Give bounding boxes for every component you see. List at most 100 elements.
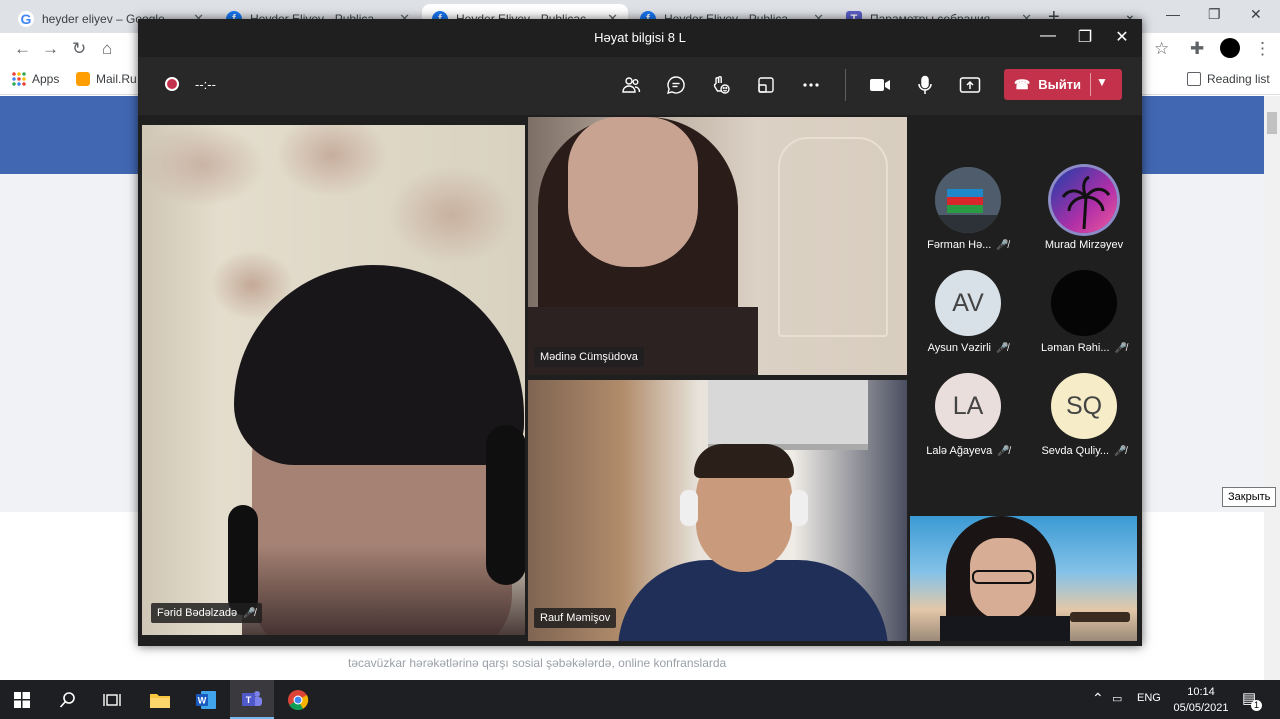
back-icon[interactable]: ← (14, 39, 31, 59)
video-tile[interactable]: Mədinə Cümşüdova (528, 117, 907, 375)
chat-button[interactable] (661, 71, 691, 99)
background-panel (778, 137, 888, 337)
windows-taskbar: W T ⌃ ▭ ENG 10:14 05/05/2021 ▤ 1 (0, 680, 1280, 719)
participant-name: Murad Mirzəyev (1044, 239, 1124, 251)
maximize-icon[interactable]: ❐ (1073, 27, 1097, 47)
teams-meeting-window: Həyat bilgisi 8 L — ❐ ✕ --:-- ☎ Выйти ▼ … (138, 19, 1142, 646)
breakout-rooms-button[interactable] (751, 71, 781, 99)
avatar (1051, 270, 1117, 336)
scrollbar-thumb[interactable] (1267, 112, 1277, 134)
search-icon (59, 691, 75, 708)
teams-title-bar: Həyat bilgisi 8 L — ❐ ✕ (138, 19, 1142, 57)
share-screen-button[interactable] (955, 71, 985, 99)
menu-dots-icon[interactable]: ⋮ (1254, 39, 1271, 59)
reading-list-icon (1187, 72, 1201, 86)
teams-icon: T (242, 690, 262, 706)
participant-video-body (940, 616, 1070, 641)
microphone-button[interactable] (910, 71, 940, 99)
extensions-icon[interactable]: ✚ (1190, 39, 1204, 59)
participant-item[interactable]: SQ Sevda Quliy... 🎤̸ (1026, 361, 1142, 465)
participant-item[interactable]: LA Lalə Ağayeva 🎤̸ (910, 361, 1026, 465)
more-actions-button[interactable] (796, 71, 826, 99)
recording-icon (165, 77, 179, 91)
show-hidden-icons-icon[interactable]: ⌃ (1092, 690, 1104, 707)
reactions-button[interactable] (706, 71, 736, 99)
rooms-icon (758, 77, 774, 93)
close-icon[interactable]: ✕ (1110, 27, 1134, 47)
battery-icon[interactable]: ▭ (1112, 692, 1122, 705)
participant-name: Lalə Ağayeva (926, 445, 993, 457)
bookmark-apps[interactable]: Apps (12, 72, 59, 86)
folder-icon (150, 693, 170, 708)
close-window-icon[interactable]: ✕ (1250, 6, 1262, 23)
page-scrollbar[interactable] (1264, 96, 1280, 680)
mic-off-icon: 🎤̸ (1114, 342, 1127, 354)
people-icon (622, 77, 641, 93)
svg-text:T: T (246, 695, 252, 705)
participant-item[interactable]: AV Aysun Vəzirli 🎤̸ (910, 258, 1026, 362)
mailru-icon (76, 72, 90, 86)
participant-item[interactable]: Murad Mirzəyev (1026, 155, 1142, 259)
mic-off-icon: 🎤̸ (997, 445, 1010, 457)
headset-graphic (228, 505, 258, 615)
chrome-button[interactable] (276, 680, 320, 719)
participant-video-face (568, 117, 698, 267)
bookmark-star-icon[interactable]: ☆ (1154, 39, 1169, 59)
forward-icon[interactable]: → (42, 39, 59, 59)
system-clock[interactable]: 10:14 05/05/2021 (1166, 684, 1236, 716)
task-view-button[interactable] (90, 680, 134, 719)
background-camels (1070, 612, 1130, 622)
participant-item[interactable]: Ləman Rəhi... 🎤̸ (1026, 258, 1142, 362)
svg-text:W: W (198, 695, 207, 705)
participant-name: Fərid Bədəlzadə (157, 607, 238, 619)
participant-name: Aysun Vəzirli (927, 342, 991, 354)
camera-button[interactable] (865, 71, 895, 99)
word-button[interactable]: W (184, 680, 228, 719)
participant-roster: Fərman Hə... 🎤̸ Murad Mirzəyev AV Aysun … (910, 115, 1142, 515)
self-view-video[interactable] (910, 516, 1137, 641)
notification-count-badge: 1 (1251, 700, 1262, 711)
clock-date: 05/05/2021 (1173, 702, 1229, 714)
participant-name: Fərman Hə... (927, 239, 992, 251)
start-button[interactable] (0, 680, 44, 719)
apps-grid-icon (12, 72, 26, 86)
leave-button[interactable]: ☎ Выйти ▼ (1004, 69, 1122, 100)
background-door (708, 380, 868, 450)
leave-label: Выйти (1038, 77, 1082, 92)
chrome-icon (288, 689, 309, 710)
participant-video-body (618, 560, 888, 641)
avatar (1051, 167, 1117, 233)
minimize-icon[interactable]: — (1036, 27, 1060, 45)
bookmark-mailru[interactable]: Mail.Ru (76, 72, 137, 86)
mic-off-icon: 🎤̸ (996, 239, 1009, 251)
restore-icon[interactable]: ❐ (1208, 6, 1221, 23)
share-screen-icon (959, 77, 981, 93)
microphone-icon (918, 75, 932, 94)
home-icon[interactable]: ⌂ (102, 39, 112, 59)
video-tile[interactable]: Rauf Məmişov (528, 380, 907, 641)
more-dots-icon (803, 83, 819, 87)
avatar (935, 167, 1001, 233)
headset-graphic (486, 425, 525, 585)
file-explorer-button[interactable] (138, 680, 182, 719)
video-name-tag: Fərid Bədəlzadə 🎤̸ (151, 603, 262, 623)
chevron-down-icon[interactable]: ▼ (1096, 75, 1108, 89)
teams-taskbar-button[interactable]: T (230, 680, 274, 719)
participant-item[interactable]: Fərman Hə... 🎤̸ (910, 155, 1026, 259)
reactions-icon (713, 76, 730, 94)
google-icon: G (18, 10, 34, 27)
reading-list-button[interactable]: Reading list (1187, 72, 1270, 86)
minimize-icon[interactable]: — (1166, 6, 1180, 22)
headphone-graphic (790, 490, 808, 526)
reload-icon[interactable]: ↻ (72, 39, 86, 59)
headphone-graphic (680, 490, 698, 526)
participant-name: Ləman Rəhi... (1041, 342, 1110, 354)
glasses-graphic (972, 570, 1034, 584)
participants-button[interactable] (616, 71, 646, 99)
language-indicator[interactable]: ENG (1137, 692, 1161, 704)
meeting-title: Həyat bilgisi 8 L (594, 30, 686, 45)
controls-divider (845, 69, 846, 101)
profile-avatar[interactable] (1220, 38, 1240, 58)
search-button[interactable] (46, 680, 90, 719)
video-tile[interactable]: Fərid Bədəlzadə 🎤̸ (142, 125, 525, 635)
